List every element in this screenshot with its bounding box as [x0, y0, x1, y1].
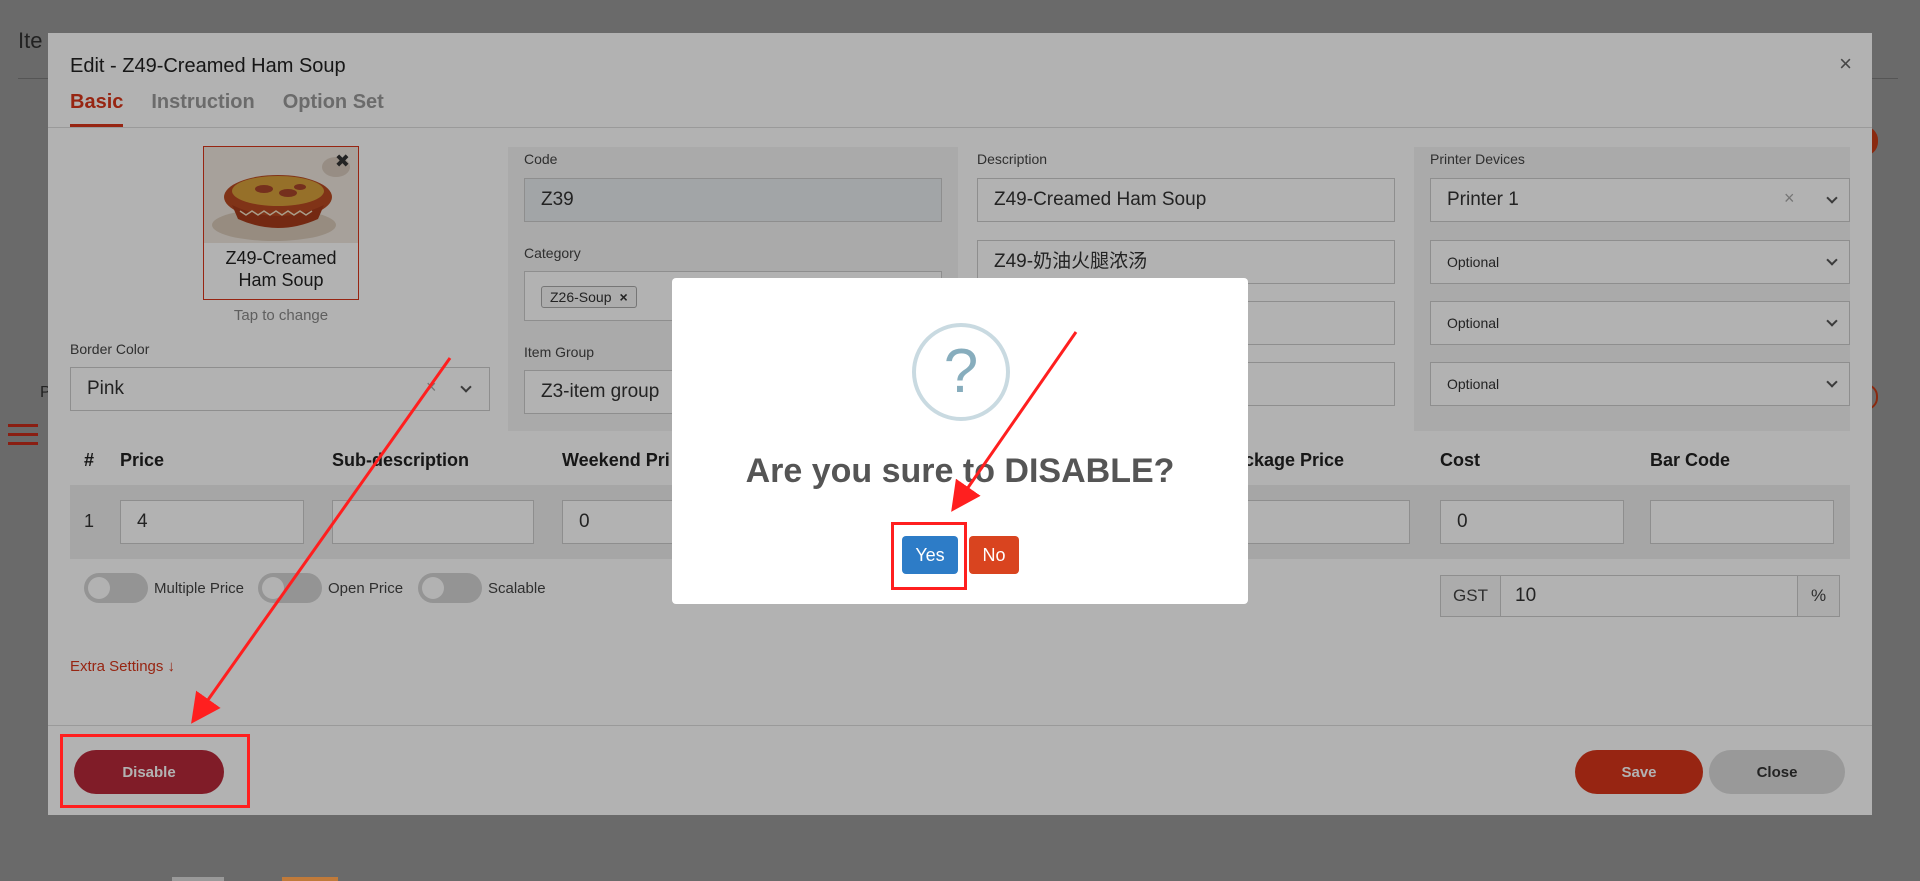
col-package-price: ckage Price	[1244, 450, 1345, 470]
printer-select-2[interactable]: Optional	[1430, 240, 1850, 284]
code-field: Z39	[524, 178, 942, 222]
tab-basic[interactable]: Basic	[70, 91, 124, 127]
gst-percent-suffix: %	[1797, 576, 1839, 616]
border-color-label: Border Color	[70, 341, 150, 357]
open-price-toggle-group: Open Price	[258, 573, 403, 603]
open-price-toggle[interactable]	[258, 573, 322, 603]
background-page-title: Ite	[18, 28, 43, 53]
save-button[interactable]: Save	[1575, 750, 1703, 794]
scalable-label: Scalable	[488, 579, 546, 597]
no-button[interactable]: No	[969, 536, 1019, 574]
category-tag-label: Z26-Soup	[550, 289, 612, 305]
close-button[interactable]: Close	[1709, 750, 1845, 794]
gst-input-group: GST 10 %	[1440, 575, 1840, 617]
gst-label: GST	[1441, 576, 1501, 616]
tab-bar: Basic Instruction Option Set	[70, 91, 384, 127]
scalable-toggle-group: Scalable	[418, 573, 546, 603]
multiple-price-toggle-group: Multiple Price	[84, 573, 244, 603]
code-label: Code	[524, 151, 558, 167]
description-label: Description	[977, 151, 1048, 167]
bar-code-field[interactable]	[1650, 500, 1834, 544]
close-icon[interactable]: ×	[1839, 51, 1852, 77]
question-icon: ?	[912, 323, 1010, 421]
background-bottom-mark-accent	[282, 877, 338, 881]
printer-clear-icon[interactable]: ×	[1784, 188, 1795, 209]
tap-to-change-hint: Tap to change	[233, 307, 329, 324]
multiple-price-toggle[interactable]	[84, 573, 148, 603]
image-caption: Z49-Creamed Ham Soup	[225, 248, 337, 290]
sub-description-field[interactable]	[332, 500, 534, 544]
modal-title: Edit - Z49-Creamed Ham Soup	[70, 55, 346, 77]
background-bottom-mark	[172, 877, 224, 881]
printer-select-3[interactable]: Optional	[1430, 301, 1850, 345]
footer-divider	[48, 725, 1872, 726]
confirm-title: Are you sure to DISABLE?	[745, 452, 1175, 490]
item-group-label: Item Group	[524, 344, 595, 360]
extra-settings-link[interactable]: Extra Settings ↓	[70, 658, 175, 675]
remove-image-icon[interactable]: ✖	[335, 151, 350, 172]
open-price-label: Open Price	[328, 579, 404, 597]
col-bar-code: Bar Code	[1650, 450, 1731, 470]
multiple-price-label: Multiple Price	[154, 579, 245, 597]
cost-field[interactable]: 0	[1440, 500, 1624, 544]
category-tag-remove-icon[interactable]: ×	[619, 289, 627, 305]
question-mark-glyph: ?	[943, 337, 979, 406]
border-color-clear-icon[interactable]: ×	[426, 377, 437, 398]
tab-instruction[interactable]: Instruction	[151, 91, 254, 127]
scalable-toggle[interactable]	[418, 573, 482, 603]
category-label: Category	[524, 245, 581, 261]
item-image-card[interactable]: ✖ Z49-Creamed Ham Soup	[203, 146, 359, 300]
col-weekend-price: Weekend Pri	[562, 450, 670, 470]
tab-divider	[48, 127, 1872, 128]
category-tag: Z26-Soup ×	[541, 286, 637, 308]
gst-field[interactable]: 10	[1515, 576, 1536, 616]
col-sub-description: Sub-description	[332, 450, 470, 470]
yes-highlight-box	[891, 522, 967, 590]
description-field-1[interactable]: Z49-Creamed Ham Soup	[977, 178, 1395, 222]
hamburger-menu-icon	[8, 424, 38, 448]
col-cost: Cost	[1440, 450, 1480, 470]
row-number: 1	[84, 511, 95, 531]
package-price-field[interactable]	[1234, 500, 1410, 544]
printer-devices-label: Printer Devices	[1430, 151, 1525, 167]
col-price: Price	[120, 450, 165, 470]
disable-highlight-box	[60, 734, 250, 808]
price-field[interactable]: 4	[120, 500, 304, 544]
col-number: #	[84, 450, 95, 470]
printer-select-4[interactable]: Optional	[1430, 362, 1850, 406]
tab-option-set[interactable]: Option Set	[283, 91, 384, 127]
